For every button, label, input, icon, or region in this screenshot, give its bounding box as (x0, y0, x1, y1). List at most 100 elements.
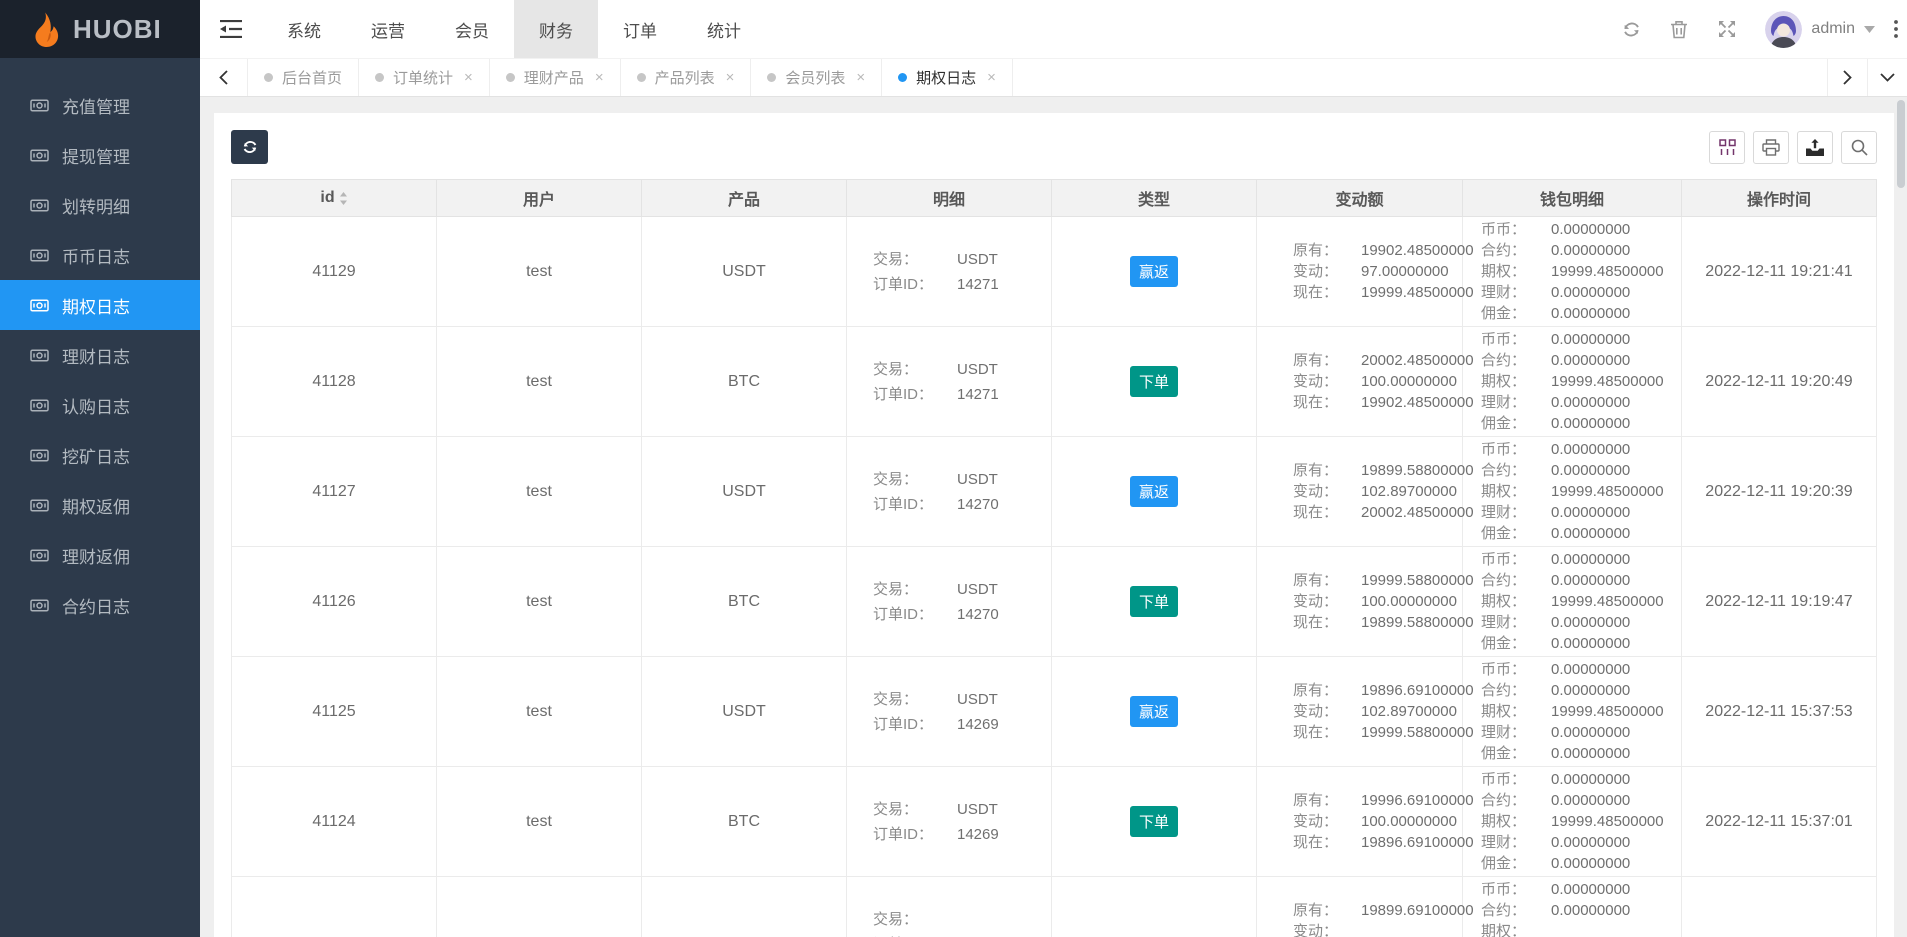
tab-member-list[interactable]: 会员列表 × (751, 59, 882, 96)
column-header-product[interactable]: 产品 (642, 180, 847, 217)
flame-logo-icon (26, 11, 62, 47)
cell-type: 赢返 (1052, 657, 1257, 767)
top-nav-item-operation[interactable]: 运营 (346, 0, 430, 58)
cell-detail: 交易：USDT 订单ID：14270 (847, 437, 1052, 547)
top-nav-item-order[interactable]: 订单 (598, 0, 682, 58)
sidebar-item-subscribe-log[interactable]: 认购日志 (0, 380, 200, 430)
sidebar-item-withdraw[interactable]: 提现管理 (0, 130, 200, 180)
cell-change: 原有：20002.48500000 变动：100.00000000 现在：199… (1257, 327, 1463, 437)
tab-close-icon[interactable]: × (856, 69, 865, 86)
type-badge[interactable]: 赢返 (1130, 476, 1178, 507)
chevron-down-icon[interactable] (1867, 59, 1907, 96)
refresh-icon[interactable] (1607, 0, 1655, 58)
sidebar-item-option-rebate[interactable]: 期权返佣 (0, 480, 200, 530)
fullscreen-icon[interactable] (1703, 0, 1751, 58)
cell-wallet: 币币：0.00000000 合约：0.00000000 期权：19999.485… (1463, 547, 1682, 657)
type-badge[interactable]: 赢返 (1130, 696, 1178, 727)
cell-user: test (437, 657, 642, 767)
column-header-change[interactable]: 变动额 (1257, 180, 1463, 217)
money-icon (30, 97, 49, 114)
cell-type: 赢返 (1052, 217, 1257, 327)
tab-close-icon[interactable]: × (987, 69, 996, 86)
cell-time: 2022-12-11 19:20:39 (1682, 437, 1877, 547)
sidebar-item-spot-log[interactable]: 币币日志 (0, 230, 200, 280)
table-refresh-button[interactable] (231, 130, 268, 164)
top-nav-item-finance[interactable]: 财务 (514, 0, 598, 58)
money-icon (30, 397, 49, 414)
column-header-time[interactable]: 操作时间 (1682, 180, 1877, 217)
tabbar-spacer (1013, 59, 1827, 96)
user-menu[interactable]: admin (1751, 0, 1885, 58)
print-icon[interactable] (1753, 131, 1789, 164)
table-row: 41126 test BTC 交易：USDT 订单ID：14270 下单 原有：… (232, 547, 1877, 657)
column-header-id[interactable]: id (232, 180, 437, 217)
type-badge[interactable]: 下单 (1130, 586, 1178, 617)
sidebar-item-option-log[interactable]: 期权日志 (0, 280, 200, 330)
tab-close-icon[interactable]: × (464, 69, 473, 86)
tab-status-dot (767, 73, 776, 82)
chevron-left-icon[interactable] (200, 59, 248, 96)
cell-time (1682, 877, 1877, 937)
type-badge[interactable]: 赢返 (1130, 256, 1178, 287)
cell-user (437, 877, 642, 937)
caret-down-icon (1864, 26, 1875, 33)
tab-product-list[interactable]: 产品列表 × (621, 59, 752, 96)
tab-list: 后台首页 × 订单统计 × 理财产品 × 产品列表 × 会员列表 × 期权日志 … (248, 59, 1013, 96)
cell-change: 原有：19899.69100000 变动： 现在： (1257, 877, 1463, 937)
username: admin (1811, 20, 1855, 38)
column-header-wallet[interactable]: 钱包明细 (1463, 180, 1682, 217)
cell-wallet: 币币：0.00000000 合约：0.00000000 期权：19999.485… (1463, 327, 1682, 437)
tab-home[interactable]: 后台首页 × (248, 59, 359, 96)
table-row: 41124 test BTC 交易：USDT 订单ID：14269 下单 原有：… (232, 767, 1877, 877)
top-nav-item-system[interactable]: 系统 (262, 0, 346, 58)
money-icon (30, 497, 49, 514)
cell-detail: 交易：USDT 订单ID：14271 (847, 327, 1052, 437)
sidebar-item-finance-rebate[interactable]: 理财返佣 (0, 530, 200, 580)
table-card: id 用户 产品 明细 类型 (214, 113, 1894, 937)
chevron-right-icon[interactable] (1827, 59, 1867, 96)
kebab-menu-icon[interactable] (1885, 0, 1907, 58)
menu-collapse-icon[interactable] (200, 0, 262, 58)
type-badge[interactable]: 下单 (1130, 806, 1178, 837)
tab-order-stats[interactable]: 订单统计 × (359, 59, 490, 96)
cell-time: 2022-12-11 19:20:49 (1682, 327, 1877, 437)
cell-time: 2022-12-11 19:21:41 (1682, 217, 1877, 327)
brand-logo[interactable]: HUOBI (0, 0, 200, 58)
sidebar-item-recharge[interactable]: 充值管理 (0, 80, 200, 130)
cell-user: test (437, 547, 642, 657)
cell-change: 原有：19999.58800000 变动：100.00000000 现在：198… (1257, 547, 1463, 657)
column-header-detail[interactable]: 明细 (847, 180, 1052, 217)
columns-icon[interactable] (1709, 131, 1745, 164)
cell-time: 2022-12-11 19:19:47 (1682, 547, 1877, 657)
tab-status-dot (264, 73, 273, 82)
table-row: 41125 test USDT 交易：USDT 订单ID：14269 赢返 原有… (232, 657, 1877, 767)
sidebar-item-finance-log[interactable]: 理财日志 (0, 330, 200, 380)
sidebar-item-transfer[interactable]: 划转明细 (0, 180, 200, 230)
export-icon[interactable] (1797, 131, 1833, 164)
tab-finance-products[interactable]: 理财产品 × (490, 59, 621, 96)
cell-id: 41125 (232, 657, 437, 767)
search-icon[interactable] (1841, 131, 1877, 164)
sidebar-item-mining-log[interactable]: 挖矿日志 (0, 430, 200, 480)
type-badge[interactable]: 下单 (1130, 366, 1178, 397)
tab-option-log[interactable]: 期权日志 × (882, 59, 1013, 96)
avatar (1765, 11, 1802, 48)
tab-close-icon[interactable]: × (726, 69, 735, 86)
sidebar: HUOBI 充值管理 提现管理 划转明细 (0, 0, 200, 937)
tab-status-dot (898, 73, 907, 82)
top-nav-item-member[interactable]: 会员 (430, 0, 514, 58)
table-row: 交易： 订单ID： 原有：19899.69100000 变动： 现在： 币币：0… (232, 877, 1877, 937)
top-nav-item-stats[interactable]: 统计 (682, 0, 766, 58)
tab-close-icon[interactable]: × (595, 69, 604, 86)
sidebar-item-contract-log[interactable]: 合约日志 (0, 580, 200, 630)
cell-type: 赢返 (1052, 437, 1257, 547)
column-header-user[interactable]: 用户 (437, 180, 642, 217)
table-tool-buttons (1709, 131, 1877, 164)
vertical-scrollbar[interactable] (1897, 100, 1905, 188)
sort-icon[interactable] (339, 191, 348, 206)
trash-icon[interactable] (1655, 0, 1703, 58)
cell-change: 原有：19996.69100000 变动：100.00000000 现在：198… (1257, 767, 1463, 877)
cell-id: 41126 (232, 547, 437, 657)
column-header-type[interactable]: 类型 (1052, 180, 1257, 217)
money-icon (30, 597, 49, 614)
